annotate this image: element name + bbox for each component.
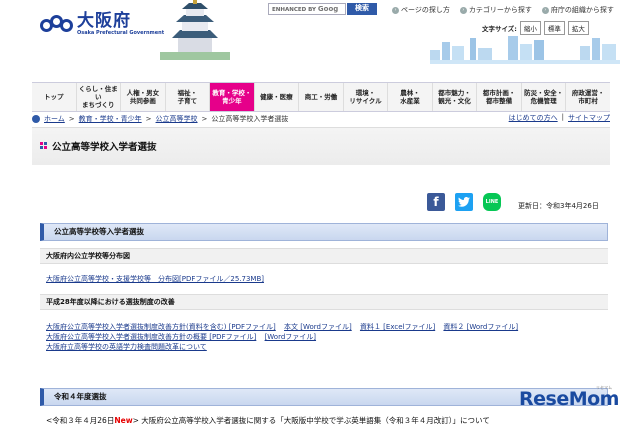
twitter-share-icon[interactable] xyxy=(455,193,473,211)
nav-education[interactable]: 教育・学校・ 青少年 xyxy=(210,83,255,111)
page-title-band: 公立高等学校入学者選抜 xyxy=(32,127,610,165)
news-link[interactable]: > 大阪府公立高等学校入学者選抜に関する「大阪版中学校で学ぶ英単語集（令和３年４… xyxy=(133,416,490,425)
nav-commerce[interactable]: 商工・労働 xyxy=(299,83,344,111)
logo-subtitle: Osaka Prefectural Government xyxy=(77,30,165,36)
top-link-label: カテゴリーから探す xyxy=(468,6,532,14)
breadcrumb-public-high-school[interactable]: 公立高等学校 xyxy=(156,114,198,124)
breadcrumb-education[interactable]: 教育・学校・青少年 xyxy=(79,114,142,124)
breadcrumb-home[interactable]: ホーム xyxy=(44,114,65,124)
top-link-how-to-find[interactable]: › ページの探し方 xyxy=(392,5,450,15)
arrow-circle-icon: › xyxy=(392,6,399,14)
site-logo[interactable]: 大阪府 Osaka Prefectural Government xyxy=(40,12,164,37)
osaka-logo-icon xyxy=(40,14,74,35)
nav-welfare[interactable]: 福祉・ 子育て xyxy=(166,83,211,111)
logo-title: 大阪府 xyxy=(77,11,131,31)
breadcrumb-separator: > xyxy=(145,115,152,123)
arrow-circle-icon: › xyxy=(459,6,467,14)
system-improvement-links: 大阪府公立高等学校入学者選抜制度改善方針(資料を含む) [PDFファイル] 本文… xyxy=(46,322,606,352)
material2-word-link[interactable]: 資料２ [Wordファイル] xyxy=(443,323,518,331)
nav-urban-planning[interactable]: 都市計画・ 都市整備 xyxy=(477,83,522,111)
section-heading-main: 公立高等学校等入学者選抜 xyxy=(40,223,608,241)
top-link-label: 府庁の組織から探す xyxy=(550,6,614,14)
search-button[interactable]: 検索 xyxy=(347,3,377,15)
search-input[interactable]: ENHANCED BY Goog xyxy=(268,3,346,15)
link-separator: | xyxy=(561,113,564,121)
news-date: <令和３年４月26日 xyxy=(46,416,115,425)
line-share-icon[interactable]: LINE xyxy=(483,193,501,211)
global-nav: トップ くらし・住まい まちづくり 人権・男女 共同参画 福祉・ 子育て 教育・… xyxy=(32,82,610,112)
top-utility-links: › ページの探し方 › カテゴリーから探す › 府庁の組織から探す xyxy=(392,5,614,15)
subsection-heading-distribution: 大阪府内公立学校等分布図 xyxy=(40,248,608,264)
distribution-links: 大阪府公立高等学校・支援学校等 分布図[PDFファイル／25.73MB] xyxy=(46,274,606,284)
nav-government[interactable]: 府政運営・ 市町村 xyxy=(566,83,610,111)
nav-disaster[interactable]: 防災・安全・ 危機管理 xyxy=(522,83,567,111)
nav-tourism[interactable]: 都市魅力・ 観光・文化 xyxy=(433,83,478,111)
breadcrumb-current: 公立高等学校入学者選抜 xyxy=(211,115,289,123)
font-size-label: 文字サイズ: xyxy=(482,25,517,33)
top-link-organization[interactable]: › 府庁の組織から探す xyxy=(541,5,614,15)
new-badge: New xyxy=(114,416,133,425)
nav-living[interactable]: くらし・住まい まちづくり xyxy=(77,83,122,111)
social-share: f LINE xyxy=(427,193,501,211)
font-size-larger-button[interactable]: 拡大 xyxy=(567,21,589,35)
breadcrumb-right-links: はじめての方へ | サイトマップ xyxy=(509,113,610,123)
google-mark: Goog xyxy=(317,5,339,13)
page-title: 公立高等学校入学者選抜 xyxy=(52,142,157,153)
policy-word-link[interactable]: 本文 [Wordファイル] xyxy=(284,323,352,331)
font-size-standard-button[interactable]: 標準 xyxy=(543,21,565,35)
material1-excel-link[interactable]: 資料１ [Excelファイル] xyxy=(360,323,435,331)
updated-date: 更新日：令和3年4月26日 xyxy=(518,202,599,210)
line-label: LINE xyxy=(485,199,499,205)
policy-pdf-link[interactable]: 大阪府公立高等学校入学者選抜制度改善方針(資料を含む) [PDFファイル] xyxy=(46,323,276,331)
title-mark-icon xyxy=(40,142,47,149)
nav-health[interactable]: 健康・医療 xyxy=(255,83,300,111)
top-link-category[interactable]: › カテゴリーから探す xyxy=(459,5,532,15)
top-link-label: ページの探し方 xyxy=(401,6,450,14)
policy-summary-pdf-link[interactable]: 大阪府公立高等学校入学者選抜制度改善方針の概要 [PDFファイル] xyxy=(46,333,256,341)
search-prefix: ENHANCED BY xyxy=(272,7,316,13)
site-search: ENHANCED BY Goog 検索 xyxy=(268,3,377,15)
facebook-share-icon[interactable]: f xyxy=(427,193,445,211)
sitemap-link[interactable]: サイトマップ xyxy=(568,113,610,123)
news-item: <令和３年４月26日New> 大阪府公立高等学校入学者選抜に関する「大阪版中学校… xyxy=(46,415,490,426)
nav-agriculture[interactable]: 農林・ 水産業 xyxy=(388,83,433,111)
distribution-map-link[interactable]: 大阪府公立高等学校・支援学校等 分布図[PDFファイル／25.73MB] xyxy=(46,275,264,283)
breadcrumb-separator: > xyxy=(68,115,75,123)
nav-environment[interactable]: 環境・ リサイクル xyxy=(344,83,389,111)
osaka-castle-illustration xyxy=(160,0,230,60)
policy-summary-word-link[interactable]: [Wordファイル] xyxy=(265,333,316,341)
font-size-controls: 文字サイズ: 縮小 標準 拡大 xyxy=(482,21,589,35)
breadcrumb-separator: > xyxy=(201,115,208,123)
subsection-heading-system-improvement: 平成28年度以降における選抜制度の改善 xyxy=(40,294,608,310)
site-header: 大阪府 Osaka Prefectural Government ENHANCE… xyxy=(0,0,640,82)
font-size-smaller-button[interactable]: 縮小 xyxy=(519,21,541,35)
city-skyline-illustration xyxy=(430,36,620,64)
nav-top[interactable]: トップ xyxy=(32,83,77,111)
resemom-watermark-logo: ReseMom xyxy=(519,388,619,410)
first-visit-link[interactable]: はじめての方へ xyxy=(509,113,558,123)
english-exam-reform-link[interactable]: 大阪府立高等学校の英語学力検査問題改革について xyxy=(46,343,207,351)
nav-human-rights[interactable]: 人権・男女 共同参画 xyxy=(121,83,166,111)
arrow-circle-icon: › xyxy=(541,6,549,14)
home-icon xyxy=(32,115,40,123)
breadcrumb: ホーム > 教育・学校・青少年 > 公立高等学校 > 公立高等学校入学者選抜 は… xyxy=(32,113,610,125)
